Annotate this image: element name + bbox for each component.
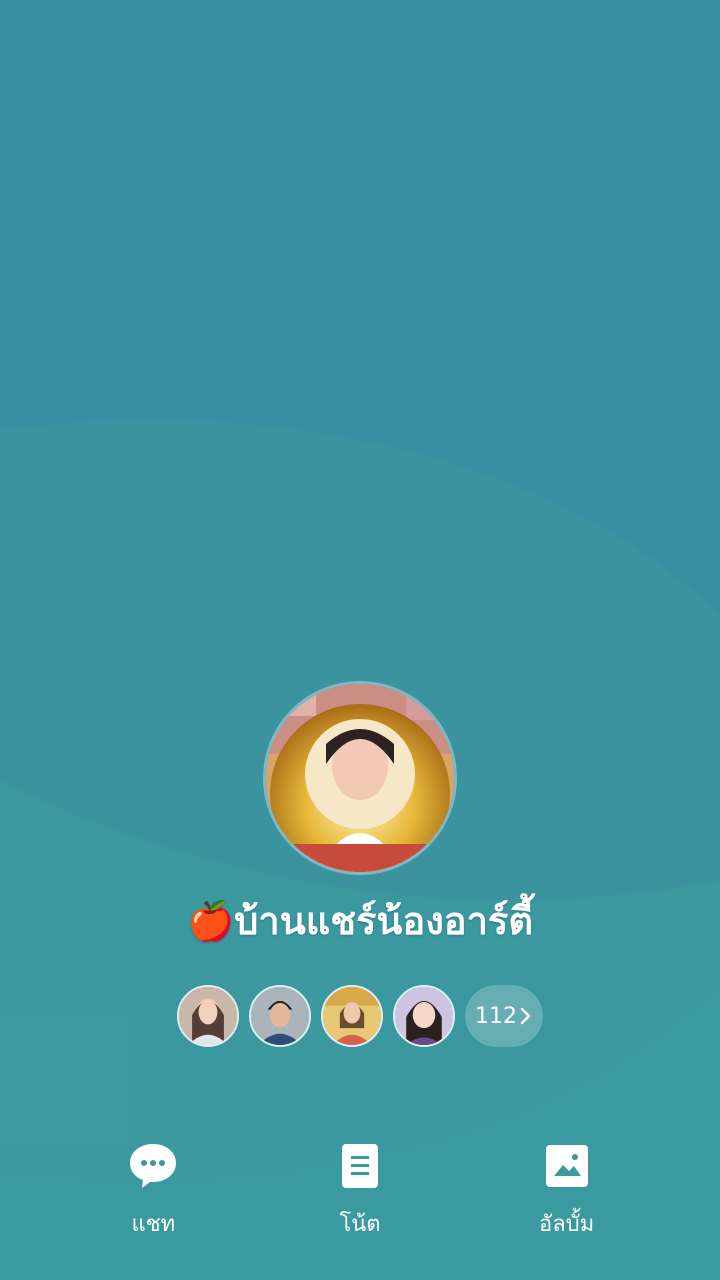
group-title-text: 🍎บ้านแชร์น้องอาร์ตี้ <box>186 899 534 943</box>
background <box>0 0 720 1280</box>
note-button-label: โน้ต <box>339 1212 381 1237</box>
member-photo <box>251 987 309 1045</box>
member-avatar[interactable] <box>177 985 239 1047</box>
note-icon <box>341 1144 378 1188</box>
chat-button[interactable]: แชท <box>83 1140 223 1241</box>
group-avatar[interactable] <box>266 684 454 872</box>
album-button-label: อัลบั้ม <box>539 1212 595 1237</box>
chat-button-label: แชท <box>131 1212 176 1237</box>
member-count: 112 <box>475 1003 517 1029</box>
group-profile: 🍎บ้านแชร์น้องอาร์ตี้ 112 <box>0 684 720 1047</box>
group-avatar-image <box>266 684 454 872</box>
note-button[interactable]: โน้ต <box>290 1140 430 1241</box>
album-icon <box>545 1145 588 1187</box>
member-photo <box>323 987 381 1045</box>
chat-bubble-icon <box>130 1144 177 1188</box>
member-avatar[interactable] <box>321 985 383 1047</box>
member-avatar[interactable] <box>393 985 455 1047</box>
member-photo <box>179 987 237 1045</box>
member-avatar[interactable] <box>249 985 311 1047</box>
action-bar: แชท โน้ต อัลบั้ม <box>0 1140 720 1241</box>
member-count-button[interactable]: 112 <box>465 985 543 1047</box>
member-list[interactable]: 112 <box>177 985 543 1047</box>
member-photo <box>395 987 453 1045</box>
group-title: 🍎บ้านแชร์น้องอาร์ตี้ <box>187 890 533 951</box>
chevron-right-icon <box>520 1007 531 1025</box>
album-button[interactable]: อัลบั้ม <box>497 1140 637 1241</box>
